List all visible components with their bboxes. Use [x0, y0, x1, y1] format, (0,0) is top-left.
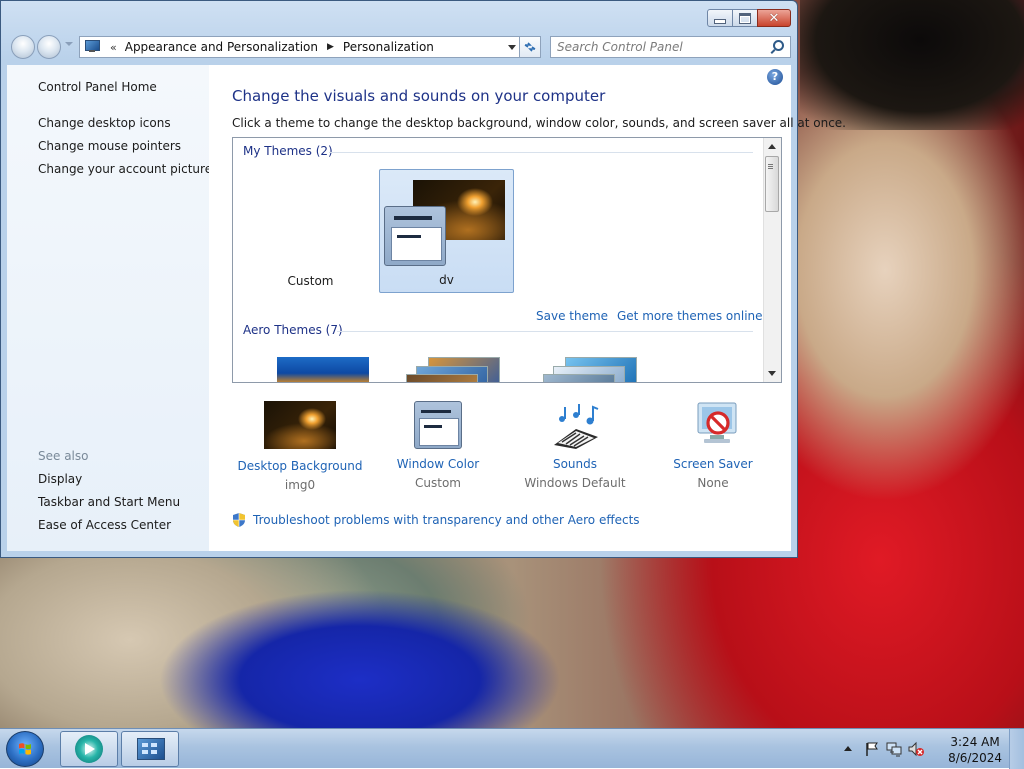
display-link[interactable]: Display	[38, 472, 82, 486]
maximize-icon	[739, 12, 751, 24]
forward-button[interactable]	[37, 35, 61, 59]
setting-label[interactable]: Sounds	[500, 457, 650, 471]
clock-date: 8/6/2024	[948, 751, 1002, 765]
setting-value: None	[697, 476, 729, 490]
sounds-icon	[538, 399, 612, 451]
my-themes-heading[interactable]: My Themes (2)	[243, 144, 333, 158]
breadcrumb-appearance[interactable]: Appearance and Personalization	[125, 40, 318, 54]
shield-icon	[233, 513, 245, 527]
scroll-up-icon[interactable]	[768, 144, 776, 149]
desktop-background-icon	[263, 401, 337, 453]
notification-area: 3:24 AM 8/6/2024	[834, 729, 1024, 769]
theme-custom[interactable]: Custom	[243, 169, 378, 293]
address-bar[interactable]: « Appearance and Personalization ▶ Perso…	[79, 36, 525, 58]
setting-value: Windows Default	[524, 476, 626, 490]
troubleshoot-row: Troubleshoot problems with transparency …	[232, 512, 640, 528]
theme-list[interactable]: My Themes (2) Custom dv Save theme Get m…	[232, 137, 782, 383]
task-pane: Control Panel Home Change desktop icons …	[7, 65, 212, 551]
desktop-background-setting[interactable]: Desktop Background img0	[225, 399, 375, 492]
aero-theme-thumbnail[interactable]	[541, 357, 639, 382]
breadcrumb-personalization[interactable]: Personalization	[343, 40, 434, 54]
content-pane: ? Change the visuals and sounds on your …	[209, 65, 846, 551]
close-icon: ✕	[768, 10, 780, 26]
control-panel-home-link[interactable]: Control Panel Home	[38, 80, 157, 94]
windows-logo-icon	[19, 743, 31, 755]
search-input[interactable]	[551, 38, 769, 56]
theme-list-scrollbar[interactable]	[763, 138, 781, 382]
ease-of-access-link[interactable]: Ease of Access Center	[38, 518, 171, 532]
back-button[interactable]	[11, 35, 35, 59]
sounds-setting[interactable]: Sounds Windows Default	[500, 399, 650, 490]
start-button[interactable]	[6, 731, 44, 767]
minimize-button[interactable]	[707, 9, 733, 27]
search-box[interactable]	[550, 36, 791, 58]
taskbar-control-panel-button[interactable]	[121, 731, 179, 767]
aero-theme-thumbnail[interactable]	[277, 357, 369, 382]
theme-dv[interactable]: dv	[379, 169, 514, 293]
theme-name: dv	[439, 273, 454, 287]
search-icon[interactable]	[769, 38, 787, 56]
system-clock[interactable]: 3:24 AM 8/6/2024	[948, 734, 1002, 766]
address-dropdown-icon[interactable]	[508, 45, 516, 50]
setting-label[interactable]: Screen Saver	[638, 457, 788, 471]
window-color-setting[interactable]: Window Color Custom	[363, 399, 513, 490]
wallpaper-shadow	[800, 0, 1024, 130]
theme-name: Custom	[287, 274, 334, 288]
group-divider	[337, 331, 753, 332]
window-color-icon	[401, 399, 475, 451]
scroll-down-icon[interactable]	[768, 371, 776, 376]
save-theme-link[interactable]: Save theme	[536, 309, 608, 323]
navigation-bar: « Appearance and Personalization ▶ Perso…	[9, 33, 791, 59]
setting-value: Custom	[415, 476, 461, 490]
close-button[interactable]: ✕	[757, 9, 791, 27]
action-center-flag-icon[interactable]	[864, 741, 880, 757]
caption-buttons: ✕	[707, 9, 791, 27]
taskbar: 3:24 AM 8/6/2024	[0, 728, 1024, 769]
maximize-button[interactable]	[732, 9, 758, 27]
volume-muted-icon[interactable]	[908, 741, 924, 757]
breadcrumb-arrow-icon[interactable]: ▶	[327, 42, 334, 52]
setting-label[interactable]: Window Color	[363, 457, 513, 471]
refresh-button[interactable]	[519, 36, 541, 58]
change-desktop-icons-link[interactable]: Change desktop icons	[38, 116, 171, 130]
network-icon[interactable]	[886, 741, 902, 757]
show-hidden-icons-icon[interactable]	[844, 746, 852, 751]
see-also-heading: See also	[38, 449, 89, 463]
theme-window-color-icon	[384, 206, 446, 266]
address-overflow-icon[interactable]: «	[110, 41, 117, 54]
group-divider	[329, 152, 753, 153]
recent-pages-dropdown[interactable]	[65, 42, 73, 46]
get-more-themes-link[interactable]: Get more themes online	[617, 309, 763, 323]
show-desktop-button[interactable]	[1009, 729, 1024, 769]
page-description: Click a theme to change the desktop back…	[232, 116, 846, 130]
change-mouse-pointers-link[interactable]: Change mouse pointers	[38, 139, 181, 153]
refresh-icon	[524, 42, 536, 52]
troubleshoot-aero-link[interactable]: Troubleshoot problems with transparency …	[253, 513, 640, 527]
help-icon[interactable]: ?	[767, 69, 783, 85]
setting-value: img0	[284, 478, 316, 492]
change-account-picture-link[interactable]: Change your account picture	[38, 162, 212, 176]
personalization-window: ✕ « Appearance and Personalization ▶ Per…	[0, 0, 846, 558]
control-panel-icon	[84, 40, 100, 54]
page-title: Change the visuals and sounds on your co…	[232, 87, 606, 105]
screen-saver-setting[interactable]: Screen Saver None	[638, 399, 788, 490]
minimize-icon	[714, 18, 726, 24]
taskbar-media-player-button[interactable]	[60, 731, 118, 767]
aero-theme-thumbnail[interactable]	[406, 357, 502, 382]
control-panel-icon	[137, 738, 165, 760]
setting-label[interactable]: Desktop Background	[225, 459, 375, 473]
clock-time: 3:24 AM	[950, 735, 1000, 749]
screen-saver-icon	[676, 399, 750, 451]
taskbar-start-menu-link[interactable]: Taskbar and Start Menu	[38, 495, 180, 509]
aero-themes-heading[interactable]: Aero Themes (7)	[243, 323, 343, 337]
